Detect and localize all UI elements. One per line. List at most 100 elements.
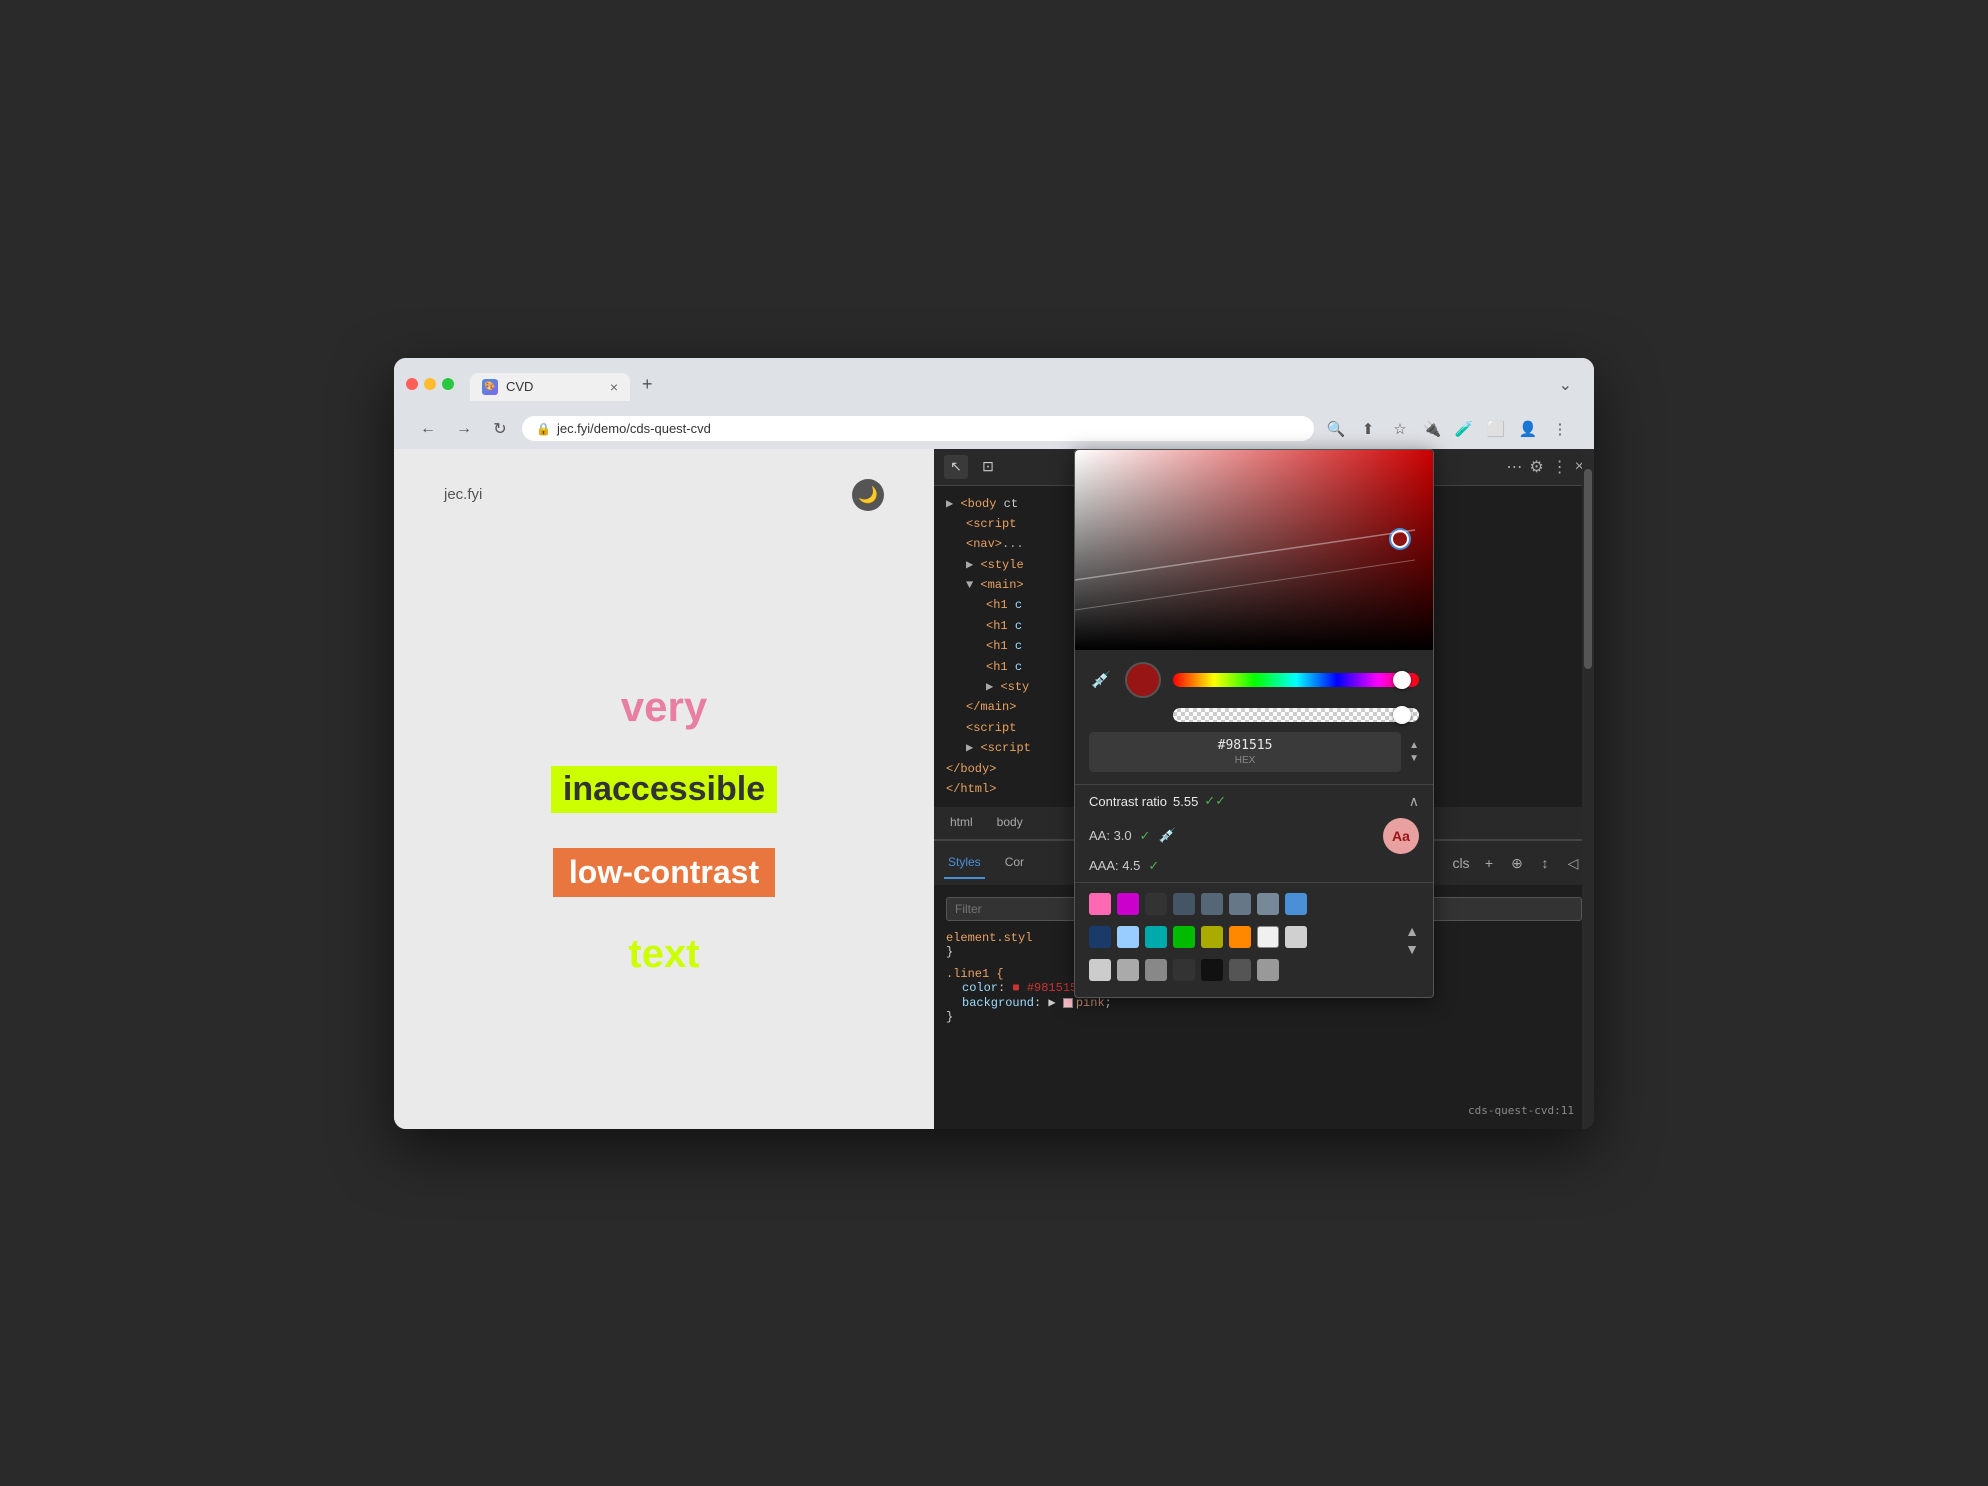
settings-icon[interactable]: ⚙: [1529, 457, 1543, 477]
swatch-dark3[interactable]: [1201, 893, 1223, 915]
swatch-slate[interactable]: [1257, 893, 1279, 915]
alpha-slider[interactable]: [1173, 708, 1419, 722]
aaa-pass-icon: ✓: [1148, 858, 1159, 874]
swatch-gray7[interactable]: [1257, 959, 1279, 981]
sidebar-button[interactable]: ◁: [1562, 852, 1584, 874]
browser-chrome: 🎨 CVD × + ⌄ ← → ↻ 🔒 jec.fyi/demo/cds-que…: [394, 358, 1594, 449]
hex-label: HEX: [1099, 755, 1391, 766]
contrast-aa-row: AA: 3.0 ✓ 💉 Aa: [1089, 818, 1419, 854]
current-color-swatch: [1125, 662, 1161, 698]
new-tab-button[interactable]: +: [632, 368, 663, 401]
contrast-collapse-button[interactable]: ∧: [1409, 793, 1419, 810]
swatch-light-blue[interactable]: [1117, 926, 1139, 948]
forward-button[interactable]: →: [450, 415, 478, 443]
styles-tab[interactable]: Styles: [944, 847, 985, 879]
dark-mode-button[interactable]: 🌙: [852, 479, 884, 511]
contrast-aaa-row: AAA: 4.5 ✓: [1089, 858, 1419, 874]
mac-window: 🎨 CVD × + ⌄ ← → ↻ 🔒 jec.fyi/demo/cds-que…: [394, 358, 1594, 1129]
toggle-button[interactable]: ↕: [1534, 852, 1556, 874]
swatch-light2[interactable]: [1285, 926, 1307, 948]
swatch-gray4[interactable]: [1173, 959, 1195, 981]
swatch-gray1[interactable]: [1089, 959, 1111, 981]
swatch-gray5[interactable]: [1201, 959, 1223, 981]
devtools-scrollthumb[interactable]: [1584, 469, 1592, 669]
devtools-scrollbar[interactable]: [1582, 449, 1594, 1129]
browser-content: jec.fyi 🌙 very inaccessible low-contrast…: [394, 449, 1594, 1129]
add-style-button[interactable]: +: [1478, 852, 1500, 874]
back-button[interactable]: ←: [414, 415, 442, 443]
devtools-panel: ↖ ⊡ ⋯ ⚙ ⋮ × ▶ <body ct <script <nav>... …: [934, 449, 1594, 1129]
more-options-icon[interactable]: ⋮: [1552, 457, 1567, 477]
minimize-traffic-light[interactable]: [424, 378, 436, 390]
share-icon[interactable]: ⬆: [1354, 415, 1382, 443]
contrast-header: Contrast ratio 5.55 ✓✓ ∧: [1089, 793, 1419, 810]
eyedropper-button[interactable]: 💉: [1089, 668, 1113, 692]
swatch-pink[interactable]: [1089, 893, 1111, 915]
page-header: jec.fyi 🌙: [444, 479, 884, 521]
swatch-orange[interactable]: [1229, 926, 1251, 948]
color-gradient-picker[interactable]: [1075, 450, 1433, 650]
aa-preview: Aa: [1383, 818, 1419, 854]
swatch-dark4[interactable]: [1229, 893, 1251, 915]
swatches-row-3: [1089, 959, 1401, 981]
swatch-gray3[interactable]: [1145, 959, 1167, 981]
word-low-contrast: low-contrast: [553, 848, 775, 897]
swatch-light1[interactable]: [1257, 926, 1279, 948]
aa-label: AA: 3.0: [1089, 828, 1132, 843]
swatch-teal[interactable]: [1145, 926, 1167, 948]
tab-end-button[interactable]: ⌄: [1549, 369, 1582, 401]
swatches-row-1: [1089, 893, 1401, 915]
swatch-gray2[interactable]: [1117, 959, 1139, 981]
swatch-dark1[interactable]: [1145, 893, 1167, 915]
window-icon[interactable]: ⬜: [1482, 415, 1510, 443]
color-controls: 💉: [1075, 650, 1433, 784]
device-toggle-button[interactable]: ⊡: [976, 455, 1000, 479]
swatch-navy[interactable]: [1089, 926, 1111, 948]
close-traffic-light[interactable]: [406, 378, 418, 390]
swatch-olive[interactable]: [1201, 926, 1223, 948]
inspect-tool-button[interactable]: ↖: [944, 455, 968, 479]
swatch-gray6[interactable]: [1229, 959, 1251, 981]
hue-slider[interactable]: [1173, 673, 1419, 687]
tabs-row: 🎨 CVD × + ⌄: [470, 368, 1582, 401]
flask-icon[interactable]: 🧪: [1450, 415, 1478, 443]
contrast-eyedropper-button[interactable]: 💉: [1159, 827, 1176, 844]
hex-arrows[interactable]: ▲ ▼: [1409, 740, 1419, 764]
swatch-green[interactable]: [1173, 926, 1195, 948]
address-bar-row: ← → ↻ 🔒 jec.fyi/demo/cds-quest-cvd 🔍 ⬆ ☆…: [406, 409, 1582, 449]
tab-close-button[interactable]: ×: [610, 379, 618, 395]
computed-tab[interactable]: Cor: [1001, 847, 1028, 879]
hue-thumb[interactable]: [1393, 671, 1411, 689]
html-breadcrumb[interactable]: html: [946, 807, 977, 839]
contrast-ratio-label: Contrast ratio: [1089, 794, 1167, 809]
word-inaccessible: inaccessible: [551, 766, 777, 813]
swatch-blue[interactable]: [1285, 893, 1307, 915]
page-content: jec.fyi 🌙 very inaccessible low-contrast…: [394, 449, 934, 1129]
hue-row: 💉: [1089, 662, 1419, 698]
hex-input-wrap: #981515 HEX: [1089, 732, 1401, 772]
extensions-icon[interactable]: 🔌: [1418, 415, 1446, 443]
cls-button[interactable]: cls: [1450, 852, 1472, 874]
color-cursor[interactable]: [1391, 530, 1409, 548]
swatch-purple[interactable]: [1117, 893, 1139, 915]
search-icon[interactable]: 🔍: [1322, 415, 1350, 443]
body-breadcrumb[interactable]: body: [993, 807, 1027, 839]
browser-tab-cvd[interactable]: 🎨 CVD ×: [470, 373, 630, 401]
contrast-section: Contrast ratio 5.55 ✓✓ ∧ AA: 3.0 ✓ 💉 Aa: [1075, 784, 1433, 882]
aaa-label: AAA: 4.5: [1089, 858, 1140, 873]
bookmark-icon[interactable]: ☆: [1386, 415, 1414, 443]
background-property: background: ▶ pink;: [946, 995, 1582, 1010]
reload-button[interactable]: ↻: [486, 415, 514, 443]
more-icon[interactable]: ⋮: [1546, 415, 1574, 443]
profile-icon[interactable]: 👤: [1514, 415, 1542, 443]
maximize-traffic-light[interactable]: [442, 378, 454, 390]
address-bar[interactable]: 🔒 jec.fyi/demo/cds-quest-cvd: [522, 416, 1314, 441]
gradient-lines: [1075, 450, 1433, 650]
new-rule-button[interactable]: ⊕: [1506, 852, 1528, 874]
file-reference: cds-quest-cvd:11: [1468, 1104, 1574, 1117]
swatch-dark2[interactable]: [1173, 893, 1195, 915]
swatches-scroll-arrows[interactable]: ▲ ▼: [1405, 923, 1419, 957]
contrast-levels: AA: 3.0 ✓ 💉 Aa AAA: 4.5 ✓: [1089, 818, 1419, 874]
alpha-thumb[interactable]: [1393, 706, 1411, 724]
title-bar: 🎨 CVD × + ⌄: [406, 368, 1582, 401]
